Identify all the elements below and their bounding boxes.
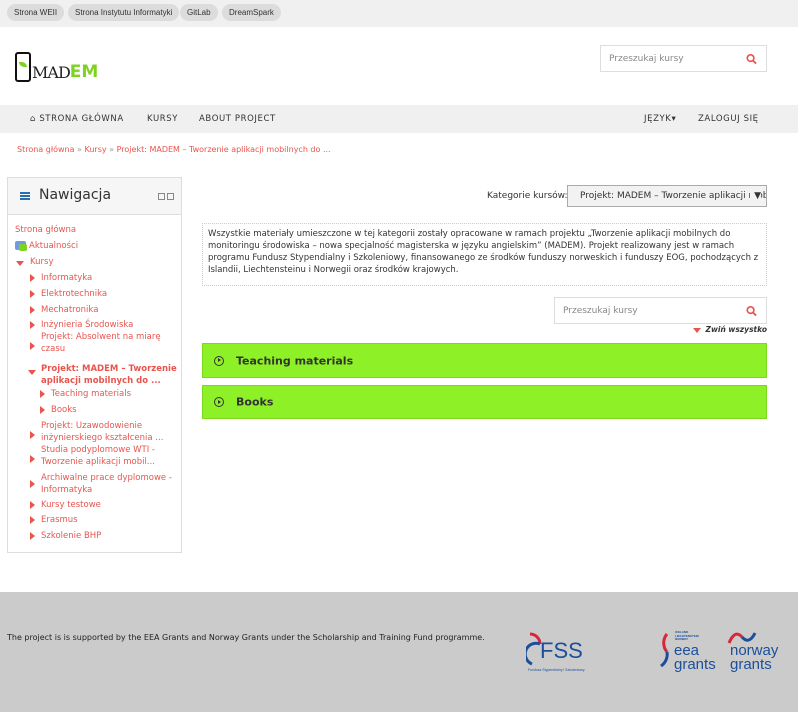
site-logo[interactable]: MAD EM (15, 50, 98, 82)
course-section-books[interactable]: Books (202, 385, 767, 419)
dock-block-icon[interactable] (167, 193, 174, 200)
expanded-icon (28, 370, 36, 375)
search-icon[interactable] (746, 53, 757, 64)
nav-tree-item[interactable]: Kursy testowe (41, 499, 101, 511)
search-placeholder: Przeszukaj kursy (563, 305, 638, 316)
category-selected-value: Projekt: MADEM – Tworzenie aplikacji mob… (580, 191, 766, 201)
nav-tree-item[interactable]: Informatyka (41, 272, 92, 284)
news-forum-icon (15, 241, 27, 251)
collapsed-icon (30, 290, 35, 298)
top-links-bar: Strona WEII Strona Instytutu Informatyki… (0, 0, 798, 27)
nav-tree-item[interactable]: Szkolenie BHP (41, 530, 101, 542)
header-search-input[interactable]: Przeszukaj kursy (600, 45, 767, 72)
logo-text-accent: EM (69, 62, 99, 82)
nav-about[interactable]: ABOUT PROJECT (199, 105, 276, 133)
nav-tree-item[interactable]: Aktualności (29, 240, 78, 252)
collapsed-icon (30, 431, 35, 439)
collapsed-icon (30, 516, 35, 524)
logo-text: MAD (32, 63, 71, 82)
collapsed-icon (40, 406, 45, 414)
collapsed-icon (30, 306, 35, 314)
footer-text: The project is is supported by the EEA G… (7, 633, 485, 642)
link-instytut-informatyki[interactable]: Strona Instytutu Informatyki (68, 4, 180, 21)
footer: The project is is supported by the EEA G… (0, 592, 798, 712)
nav-tree-item[interactable]: Erasmus (41, 514, 78, 526)
category-select[interactable]: Projekt: MADEM – Tworzenie aplikacji mob… (567, 185, 767, 207)
nav-login[interactable]: ZALOGUJ SIĘ (698, 105, 759, 133)
minimize-block-icon[interactable] (158, 193, 165, 200)
play-circle-icon (214, 397, 224, 407)
phone-leaf-icon (15, 52, 31, 82)
home-icon: ⌂ (30, 114, 36, 124)
nav-tree-item-active[interactable]: Projekt: MADEM – Tworzenie aplikacji mob… (41, 363, 181, 387)
collapsed-icon (30, 501, 35, 509)
nav-tree-item[interactable]: Projekt: Uzawodowienie inżynierskiego ks… (41, 420, 171, 444)
course-search-input[interactable]: Przeszukaj kursy (554, 297, 767, 324)
play-circle-icon (214, 355, 224, 366)
section-title: Teaching materials (236, 354, 354, 367)
collapsed-icon (30, 532, 35, 540)
collapsed-icon (30, 455, 35, 463)
link-gitlab[interactable]: GitLab (180, 4, 218, 21)
breadcrumb-courses[interactable]: Kursy (85, 145, 107, 154)
nav-tree-item[interactable]: Teaching materials (51, 388, 131, 400)
collapse-icon (692, 328, 701, 333)
collapsed-icon (30, 274, 35, 282)
nav-tree-item[interactable]: Mechatronika (41, 304, 98, 316)
nav-tree-item[interactable]: Strona główna (15, 224, 76, 236)
link-dreamspark[interactable]: DreamSpark (222, 4, 281, 21)
expanded-icon (16, 261, 24, 266)
collapsed-icon (30, 321, 35, 329)
nav-home[interactable]: ⌂ STRONA GŁÓWNA (30, 105, 124, 133)
category-description: Wszystkie materiały umieszczone w tej ka… (202, 223, 767, 286)
block-title: Nawigacja (39, 187, 112, 203)
search-placeholder: Przeszukaj kursy (609, 53, 684, 64)
search-icon[interactable] (746, 305, 757, 316)
breadcrumb-separator: » (109, 145, 115, 154)
collapsed-icon (30, 480, 35, 488)
breadcrumb-separator: » (77, 145, 82, 154)
collapse-all-link[interactable]: Zwiń wszystko (692, 325, 767, 334)
category-label: Kategorie kursów: (487, 191, 568, 201)
link-strona-weii[interactable]: Strona WEII (7, 4, 65, 21)
nav-courses[interactable]: KURSY (147, 105, 178, 133)
main-nav: ⌂ STRONA GŁÓWNA KURSY ABOUT PROJECT JĘZY… (0, 105, 798, 133)
navigation-block-header: Nawigacja (8, 178, 181, 215)
breadcrumb-home[interactable]: Strona główna (17, 145, 75, 154)
nav-tree-item[interactable]: Inżynieria Środowiska (41, 319, 133, 331)
caret-down-icon: ▾ (671, 114, 677, 124)
navigation-block: Nawigacja Strona główna Aktualności Kurs… (7, 177, 182, 553)
nav-tree-item[interactable]: Kursy (30, 256, 54, 268)
collapsed-icon (30, 342, 35, 350)
breadcrumb: Strona główna » Kursy » Projekt: MADEM –… (17, 145, 331, 154)
collapsed-icon (40, 390, 45, 398)
nav-tree-item[interactable]: Elektrotechnika (41, 288, 107, 300)
course-section-teaching-materials[interactable]: Teaching materials (202, 343, 767, 378)
breadcrumb-current[interactable]: Projekt: MADEM – Tworzenie aplikacji mob… (117, 145, 331, 154)
nav-tree-item[interactable]: Archiwalne prace dyplomowe - Informatyka (41, 472, 181, 496)
nav-tree-item[interactable]: Projekt: Absolwent na miarę czasu (41, 331, 176, 355)
nav-language-dropdown[interactable]: JĘZYK▾ (644, 105, 676, 133)
dropdown-arrow-icon: ▼ (750, 186, 761, 206)
menu-icon (20, 192, 30, 200)
section-title: Books (236, 395, 274, 409)
nav-tree-item[interactable]: Studia podyplomowe WTI - Tworzenie aplik… (41, 444, 166, 468)
nav-tree-item[interactable]: Books (51, 404, 77, 416)
